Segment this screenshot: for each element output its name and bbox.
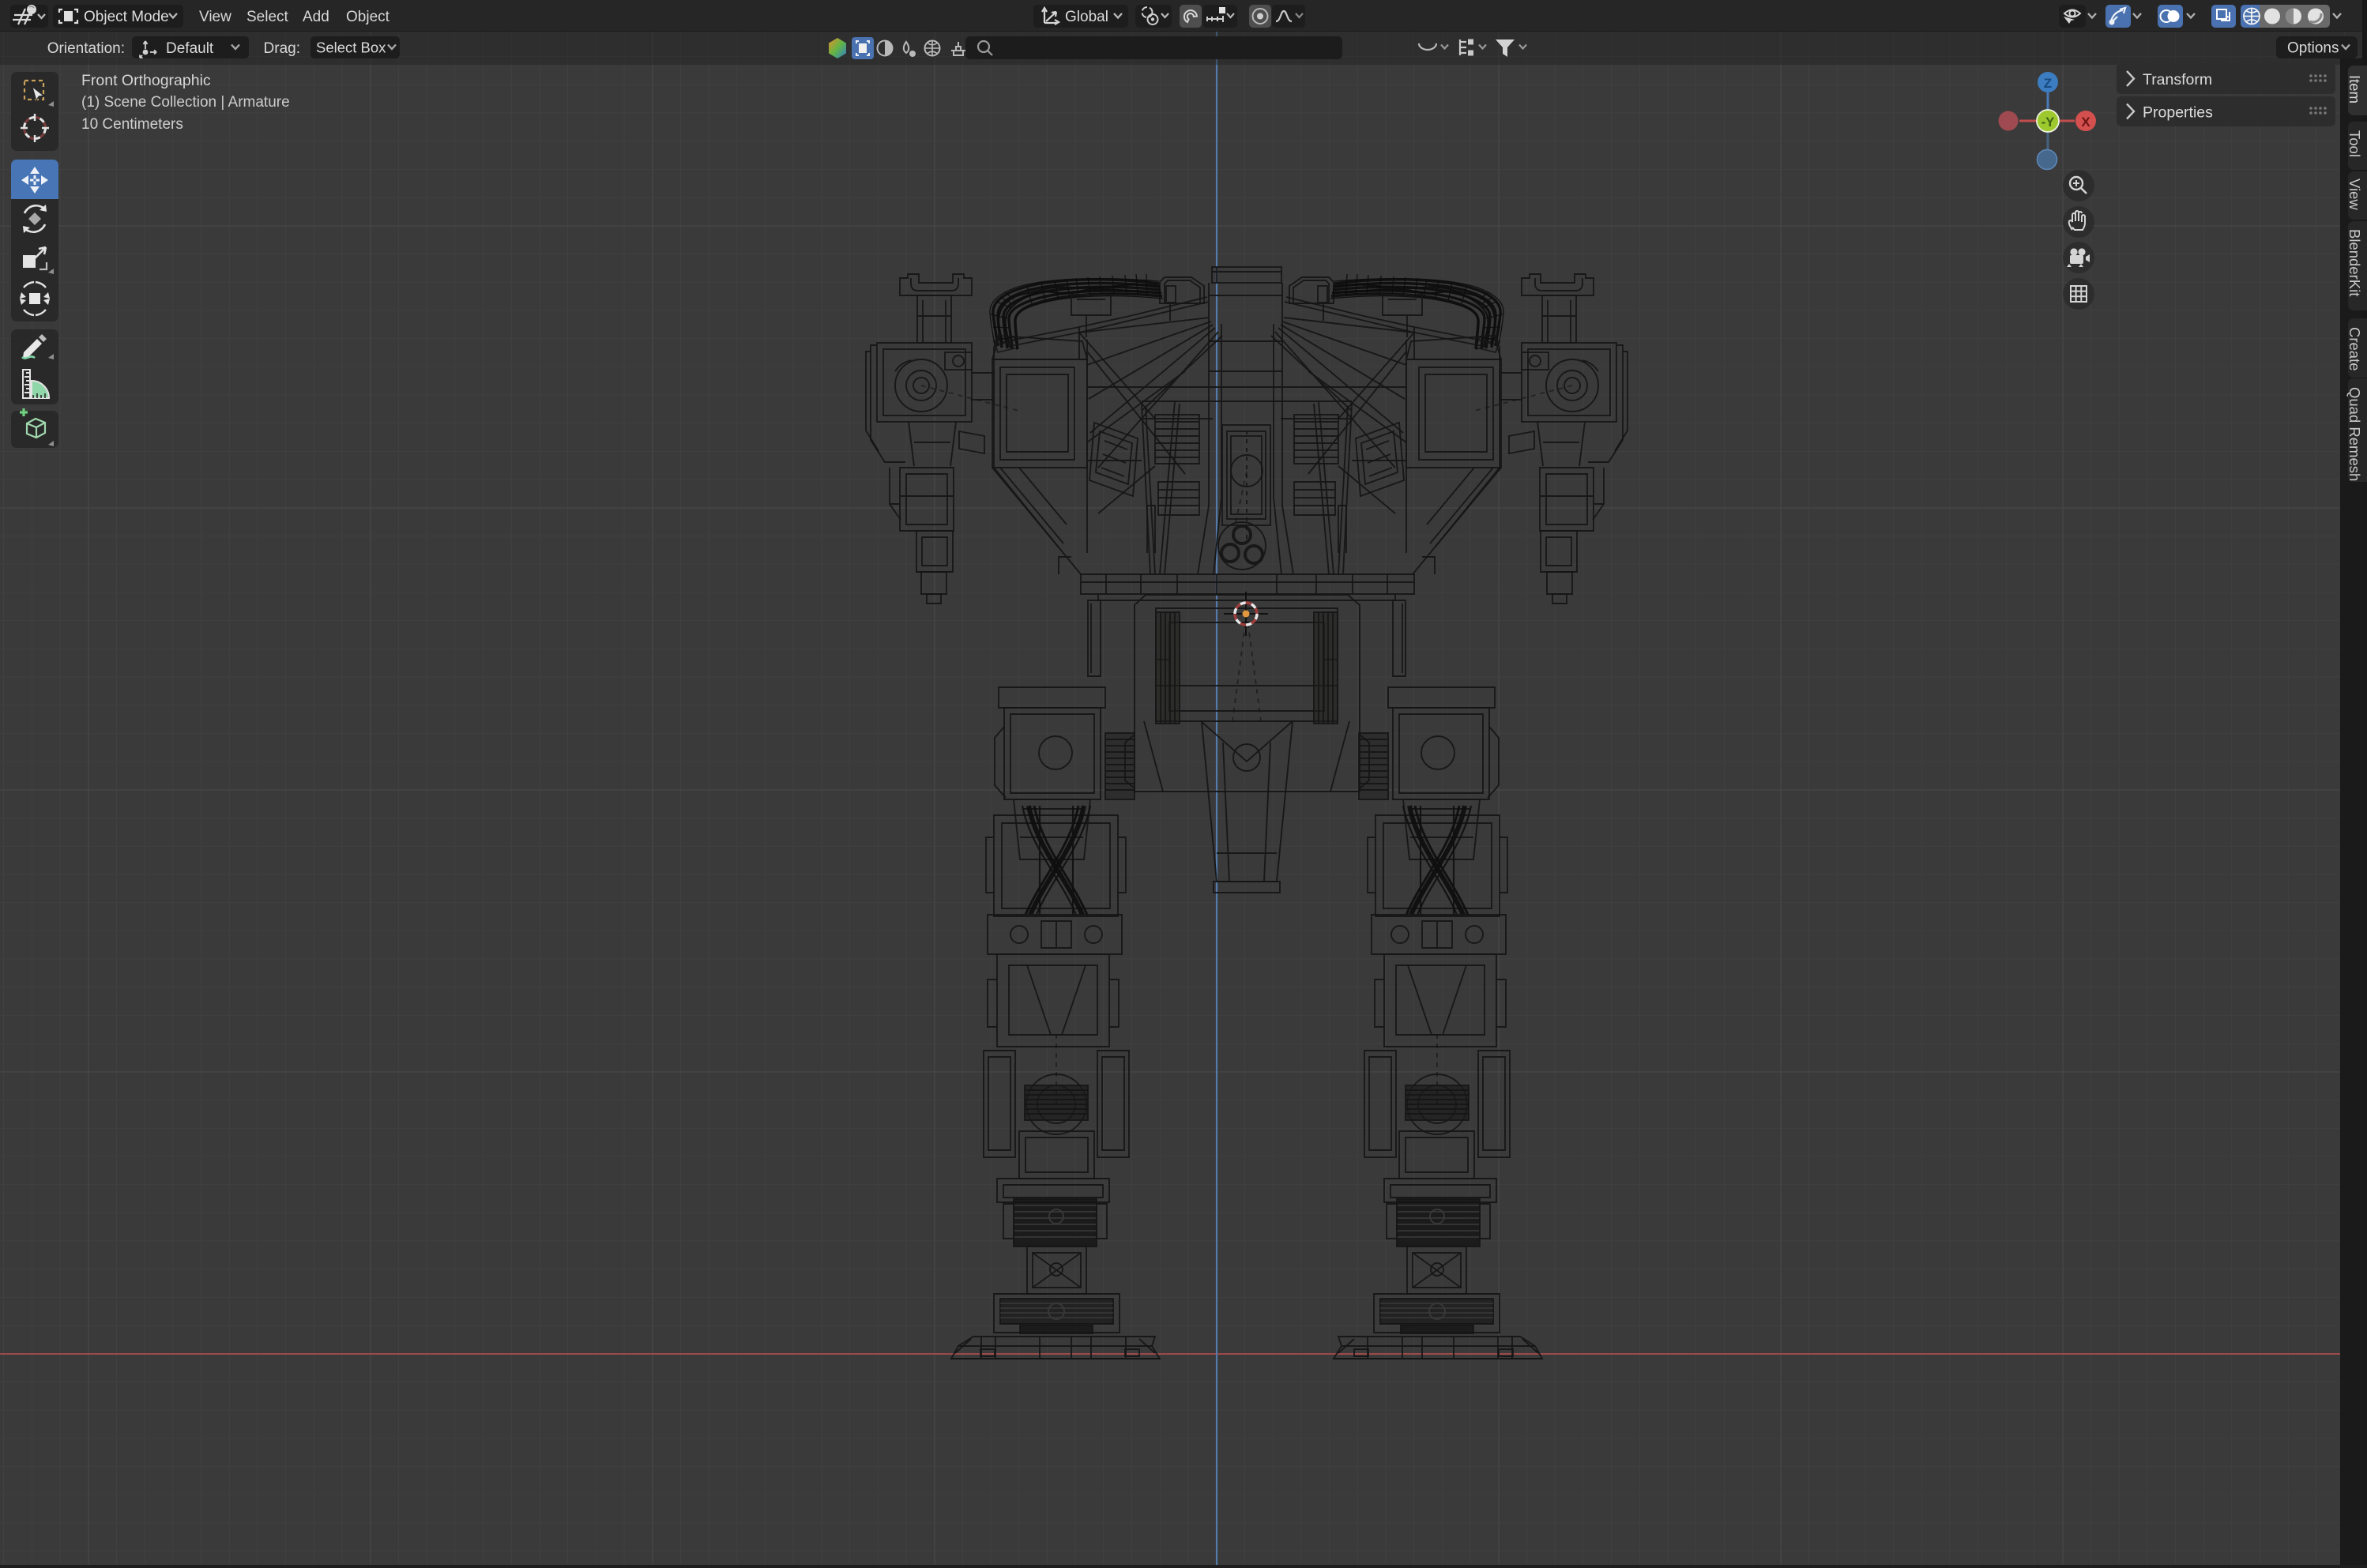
svg-text:Z: Z [2044,76,2052,91]
svg-text:Create: Create [2346,327,2363,371]
svg-text:View: View [2346,179,2363,210]
svg-text:Front Orthographic: Front Orthographic [81,72,211,89]
svg-text:Global: Global [1065,9,1108,25]
svg-text:Tool: Tool [2346,130,2363,157]
svg-text:Item: Item [2346,75,2363,103]
svg-text:X: X [2081,115,2090,130]
svg-text:BlenderKit: BlenderKit [2346,229,2363,296]
svg-text:Drag:: Drag: [264,40,300,57]
svg-text:Object Mode: Object Mode [84,9,169,25]
svg-text:Default: Default [166,40,214,57]
svg-text:Add: Add [303,9,329,25]
svg-text:Object: Object [346,9,390,25]
svg-text:Quad Remesh: Quad Remesh [2346,387,2363,481]
svg-text:-Y: -Y [2041,115,2055,130]
svg-text:Orientation:: Orientation: [47,40,125,57]
svg-text:10 Centimeters: 10 Centimeters [81,116,183,133]
svg-text:View: View [199,9,231,25]
svg-text:Select Box: Select Box [316,39,386,56]
svg-text:Select: Select [246,9,289,25]
svg-text:(1) Scene Collection | Armatur: (1) Scene Collection | Armature [81,94,290,111]
svg-text:Transform: Transform [2143,71,2212,88]
svg-text:Properties: Properties [2143,104,2213,122]
svg-text:Options: Options [2287,40,2339,57]
